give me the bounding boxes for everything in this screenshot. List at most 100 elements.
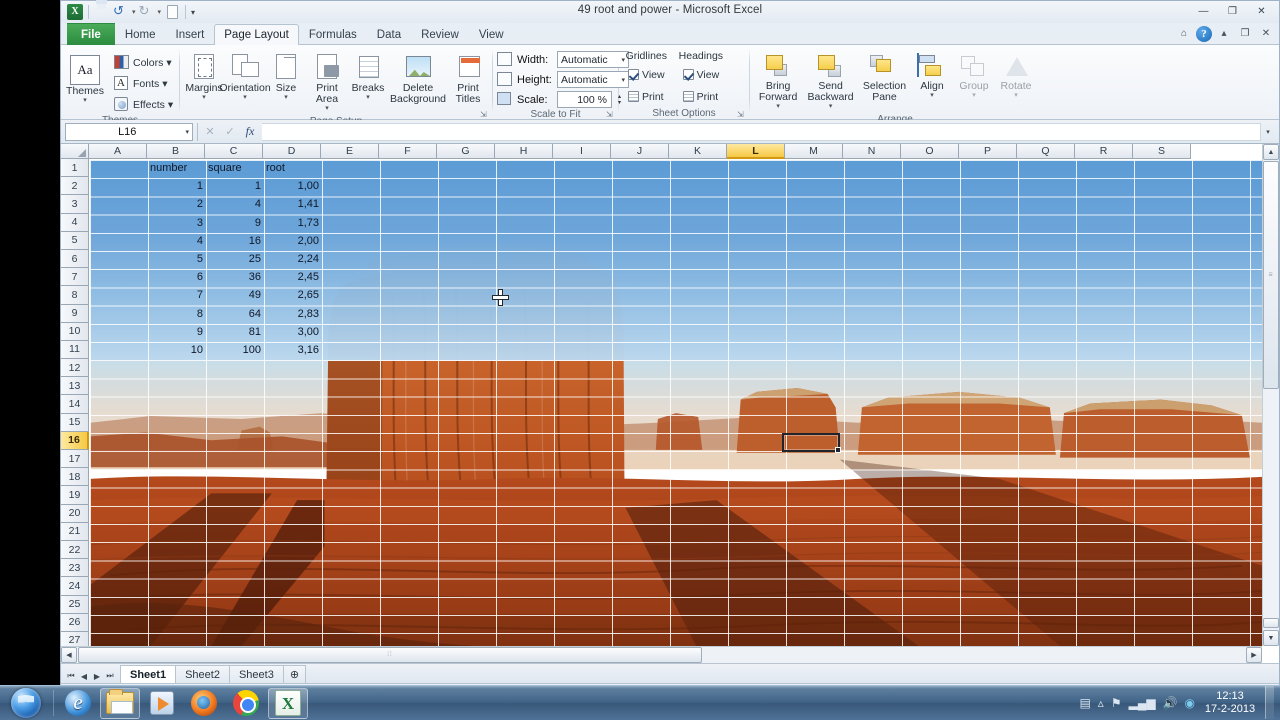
show-hidden-icons-icon[interactable]: ▵ xyxy=(1098,696,1104,710)
row-header-12[interactable]: 12 xyxy=(61,359,89,378)
column-header-j[interactable]: J xyxy=(611,144,669,159)
cell-D7[interactable]: 2,45 xyxy=(266,271,319,283)
tab-file[interactable]: File xyxy=(67,23,115,45)
restore-button[interactable]: ❐ xyxy=(1219,2,1246,20)
size-caret[interactable]: ▾ xyxy=(284,94,288,101)
theme-fonts-button[interactable]: A Fonts ▾ xyxy=(109,74,178,93)
column-header-e[interactable]: E xyxy=(321,144,379,159)
fill-handle[interactable] xyxy=(835,447,841,453)
taskbar-item-windows-media-player[interactable] xyxy=(142,688,182,719)
cell-B8[interactable]: 7 xyxy=(150,289,203,301)
cell-B4[interactable]: 3 xyxy=(150,217,203,229)
column-header-l[interactable]: L xyxy=(727,144,785,159)
column-header-q[interactable]: Q xyxy=(1017,144,1075,159)
tab-page-layout[interactable]: Page Layout xyxy=(214,24,299,45)
cell-D2[interactable]: 1,00 xyxy=(266,180,319,192)
cell-C2[interactable]: 1 xyxy=(208,180,261,192)
restore-window-icon[interactable]: ❐ xyxy=(1236,25,1254,42)
vertical-scrollbar[interactable]: ▲ ≡ ▼ xyxy=(1262,144,1279,646)
column-header-a[interactable]: A xyxy=(89,144,147,159)
themes-button[interactable]: Themes ▾ xyxy=(65,52,105,107)
show-desktop-button[interactable] xyxy=(1265,686,1274,719)
taskbar-item-internet-explorer[interactable] xyxy=(58,688,98,719)
sheet-nav-buttons[interactable]: ⏮ ◀ ▶ ⏭ xyxy=(61,671,120,683)
cell-C8[interactable]: 49 xyxy=(208,289,261,301)
send-backward-caret[interactable]: ▾ xyxy=(829,103,833,110)
cell-D5[interactable]: 2,00 xyxy=(266,235,319,247)
minimize-ribbon-icon[interactable]: ▴ xyxy=(1215,25,1233,42)
cell-D9[interactable]: 2,83 xyxy=(266,308,319,320)
next-sheet-icon[interactable]: ▶ xyxy=(91,672,103,681)
column-header-k[interactable]: K xyxy=(669,144,727,159)
group-caret[interactable]: ▾ xyxy=(972,92,976,99)
row-header-21[interactable]: 21 xyxy=(61,522,89,541)
cell-C5[interactable]: 16 xyxy=(208,235,261,247)
row-header-4[interactable]: 4 xyxy=(61,213,89,232)
cell-D3[interactable]: 1,41 xyxy=(266,198,319,210)
action-center-icon[interactable]: ▤ xyxy=(1079,696,1090,710)
cell-B1[interactable]: number xyxy=(150,162,203,174)
theme-colors-caret[interactable]: ▾ xyxy=(166,57,171,69)
print-titles-button[interactable]: Print Titles xyxy=(448,49,488,108)
row-header-13[interactable]: 13 xyxy=(61,377,89,396)
cell-C1[interactable]: square xyxy=(208,162,261,174)
close-button[interactable]: ✕ xyxy=(1248,2,1275,20)
size-button[interactable]: Size ▾ xyxy=(266,49,306,104)
tab-home[interactable]: Home xyxy=(115,24,166,45)
cell-D4[interactable]: 1,73 xyxy=(266,217,319,229)
scroll-up-button[interactable]: ▲ xyxy=(1263,144,1279,160)
cell-C11[interactable]: 100 xyxy=(208,344,261,356)
tab-view[interactable]: View xyxy=(469,24,514,45)
name-box-caret[interactable]: ▾ xyxy=(185,128,189,136)
gridlines-print-checkbox[interactable]: Print xyxy=(623,87,670,106)
column-header-m[interactable]: M xyxy=(785,144,843,159)
taskbar-item-firefox[interactable] xyxy=(184,688,224,719)
row-header-19[interactable]: 19 xyxy=(61,486,89,505)
scale-input[interactable]: 100 % xyxy=(557,91,612,108)
volume-icon[interactable]: 🔊 xyxy=(1163,696,1178,710)
home-icon[interactable]: ⌂ xyxy=(1175,25,1193,42)
column-header-g[interactable]: G xyxy=(437,144,495,159)
start-button[interactable] xyxy=(2,687,50,720)
sheet-options-dialog-launcher[interactable]: ⇲ xyxy=(737,110,746,119)
gridlines-view-checkbox[interactable]: View xyxy=(623,65,670,84)
close-document-icon[interactable]: ✕ xyxy=(1257,25,1275,42)
column-header-d[interactable]: D xyxy=(263,144,321,159)
tab-review[interactable]: Review xyxy=(411,24,469,45)
row-header-16[interactable]: 16 xyxy=(61,431,89,450)
vertical-scroll-thumb[interactable]: ≡ xyxy=(1263,161,1279,389)
sheet-tab-sheet3[interactable]: Sheet3 xyxy=(228,665,284,683)
cell-D11[interactable]: 3,16 xyxy=(266,344,319,356)
sheet-tab-sheet1[interactable]: Sheet1 xyxy=(120,665,177,683)
cell-C7[interactable]: 36 xyxy=(208,271,261,283)
taskbar-item-windows-explorer[interactable] xyxy=(100,687,140,719)
taskbar-item-google-chrome[interactable] xyxy=(226,688,266,719)
theme-effects-caret[interactable]: ▾ xyxy=(168,99,173,111)
rotate-caret[interactable]: ▾ xyxy=(1014,92,1018,99)
window-controls[interactable]: — ❐ ✕ xyxy=(1190,2,1275,20)
row-header-6[interactable]: 6 xyxy=(61,249,89,269)
scroll-right-button[interactable]: ▶ xyxy=(1246,647,1262,663)
selection-pane-button[interactable]: Selection Pane xyxy=(859,49,910,106)
column-header-n[interactable]: N xyxy=(843,144,901,159)
align-button[interactable]: Align ▾ xyxy=(912,49,952,102)
cell-B3[interactable]: 2 xyxy=(150,198,203,210)
horizontal-scrollbar[interactable]: ◀ ⦙⦙ ▶ xyxy=(61,646,1262,663)
scroll-down-button[interactable]: ▼ xyxy=(1263,630,1279,646)
row-header-1[interactable]: 1 xyxy=(61,159,89,178)
page-setup-dialog-launcher[interactable]: ⇲ xyxy=(480,110,489,119)
print-area-caret[interactable]: ▾ xyxy=(325,105,329,112)
column-header-b[interactable]: B xyxy=(147,144,205,159)
orientation-button[interactable]: Orientation ▾ xyxy=(219,49,271,104)
margins-button[interactable]: Margins ▾ xyxy=(184,49,224,104)
tab-data[interactable]: Data xyxy=(367,24,411,45)
security-shield-icon[interactable]: ◉ xyxy=(1185,696,1195,710)
minimize-button[interactable]: — xyxy=(1190,2,1217,20)
cell-B5[interactable]: 4 xyxy=(150,235,203,247)
cell-C3[interactable]: 4 xyxy=(208,198,261,210)
ribbon-controls[interactable]: ⌂ ? ▴ ❐ ✕ xyxy=(1175,25,1275,42)
cell-C9[interactable]: 64 xyxy=(208,308,261,320)
row-header-25[interactable]: 25 xyxy=(61,595,89,614)
margins-caret[interactable]: ▾ xyxy=(202,94,206,101)
cell-B11[interactable]: 10 xyxy=(150,344,203,356)
